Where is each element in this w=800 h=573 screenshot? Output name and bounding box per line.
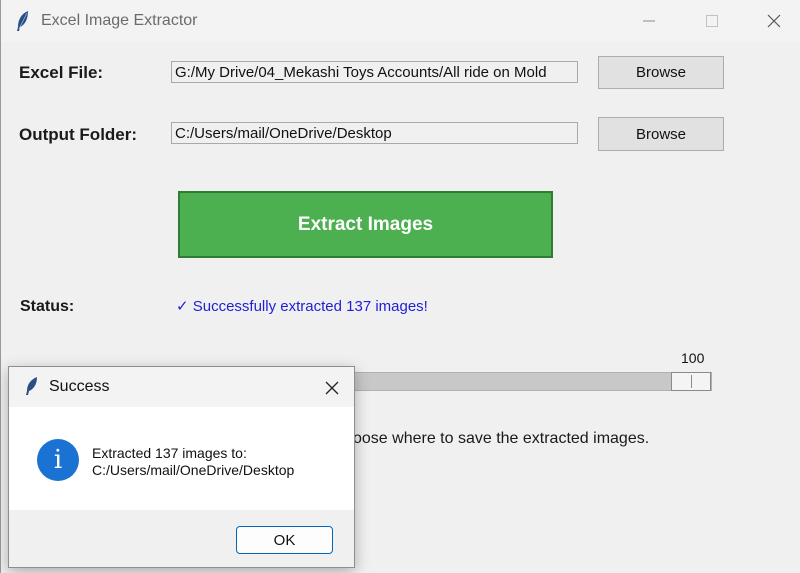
minimize-icon [643,20,655,22]
dialog-message-line1: Extracted 137 images to: [92,445,247,461]
extract-images-button[interactable]: Extract Images [178,191,553,258]
excel-file-label: Excel File: [19,63,104,82]
success-dialog: Success i Extracted 137 images to: C:/Us… [8,366,355,568]
output-folder-label: Output Folder: [19,125,138,144]
title-bar[interactable]: Excel Image Extractor [1,0,800,42]
slider-track[interactable] [341,372,712,391]
maximize-button[interactable] [689,0,735,42]
dialog-body: i Extracted 137 images to: C:/Users/mail… [9,407,354,510]
slider-value: 100 [681,350,705,366]
close-button[interactable] [751,0,797,42]
maximize-icon [706,15,718,27]
info-icon: i [37,439,79,481]
feather-icon [25,376,39,396]
slider-thumb[interactable] [671,372,711,391]
output-browse-button[interactable]: Browse [598,117,724,151]
dialog-title-bar[interactable]: Success [9,367,354,407]
status-message: ✓ Successfully extracted 137 images! [176,298,428,315]
ok-button[interactable]: OK [236,526,333,554]
window-title: Excel Image Extractor [41,12,198,29]
status-label: Status: [20,298,75,315]
close-icon [767,14,781,28]
dialog-message-line2: C:/Users/mail/OneDrive/Desktop [92,462,295,478]
dialog-close-button[interactable] [317,375,347,401]
output-folder-input[interactable]: C:/Users/mail/OneDrive/Desktop [171,122,578,144]
dialog-title: Success [49,378,110,395]
feather-icon [15,10,31,32]
minimize-button[interactable] [626,0,672,42]
instruction-text: oose where to save the extracted images. [353,430,650,447]
excel-file-input[interactable]: G:/My Drive/04_Mekashi Toys Accounts/All… [171,61,578,83]
dialog-footer: OK [9,510,354,567]
excel-browse-button[interactable]: Browse [598,56,724,89]
close-icon [325,381,339,395]
dialog-message: Extracted 137 images to: C:/Users/mail/O… [92,445,294,479]
